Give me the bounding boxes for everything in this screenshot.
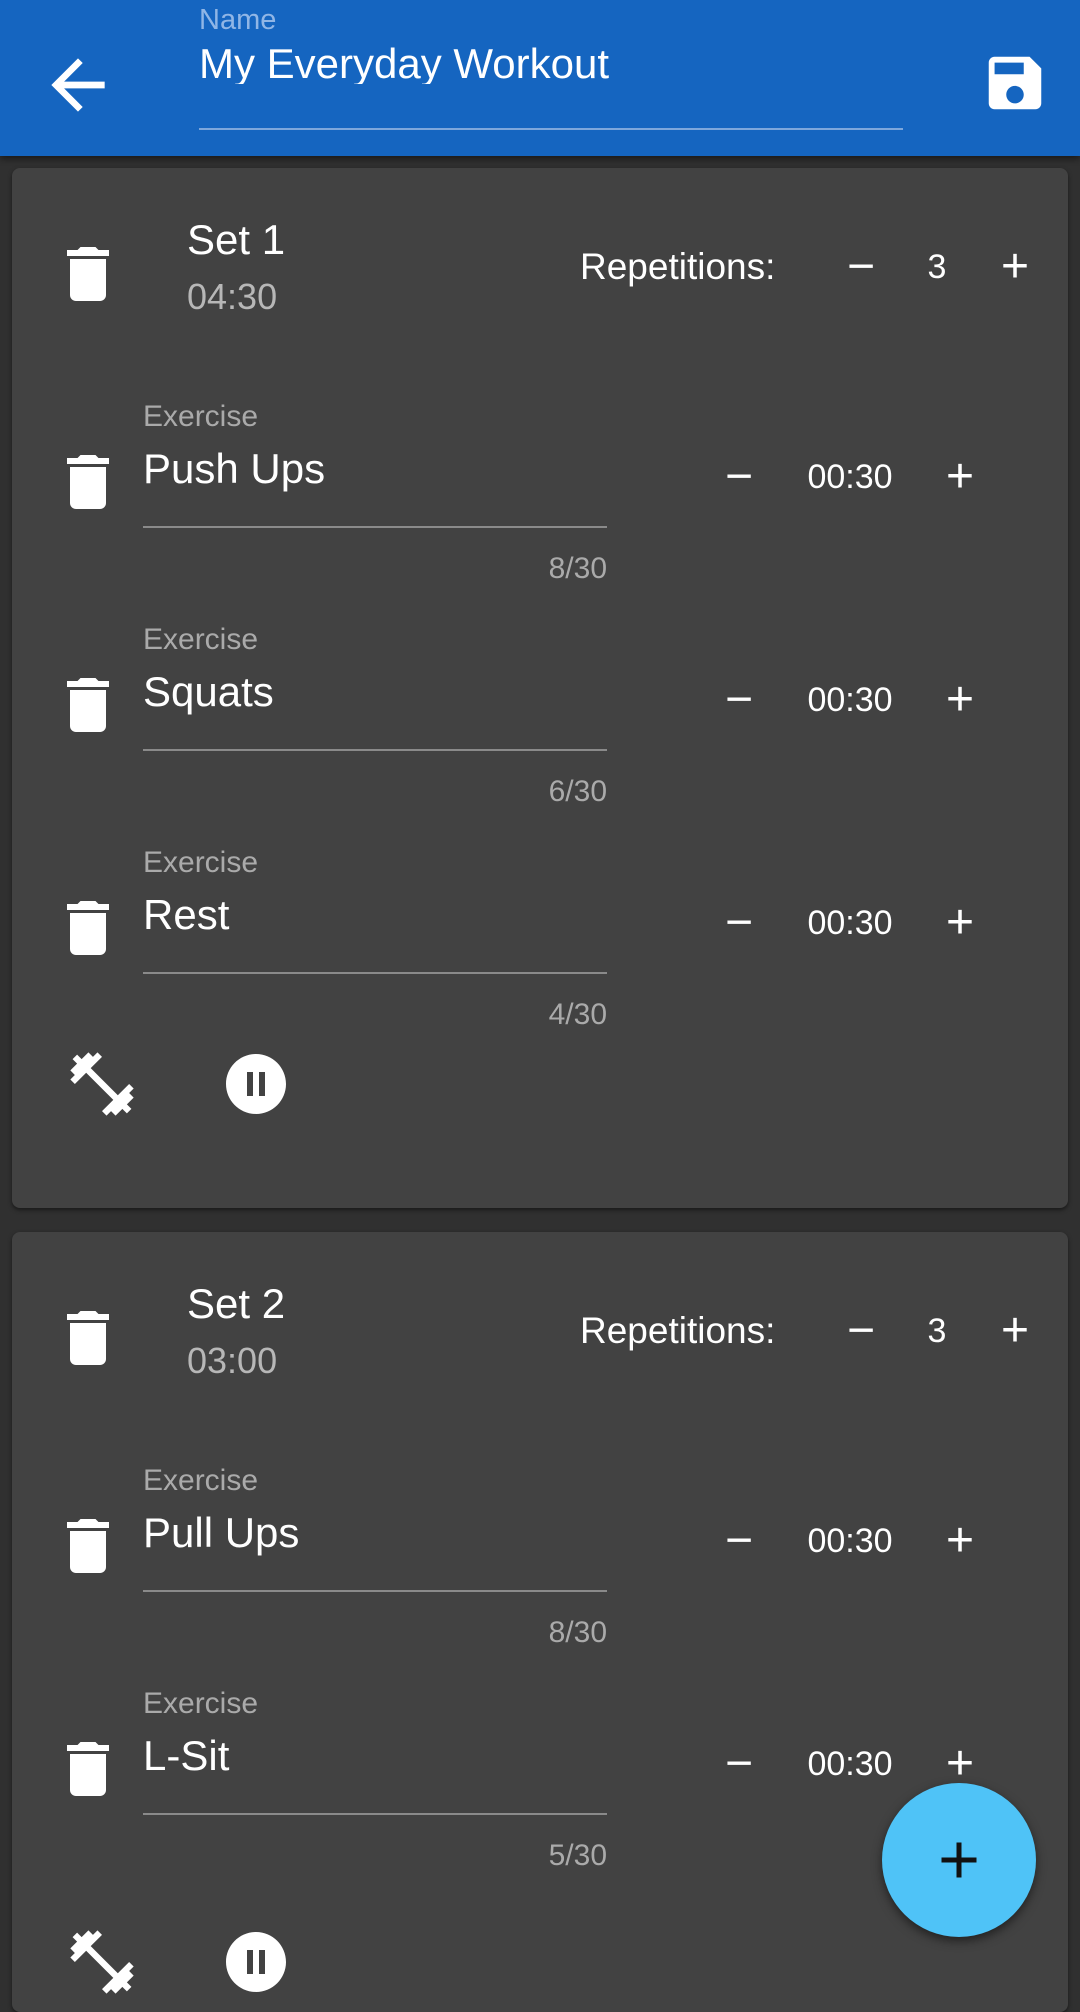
exercise-name-input[interactable] bbox=[143, 890, 613, 940]
repetitions-decrease-button[interactable]: − bbox=[836, 242, 886, 292]
exercise-field-label: Exercise bbox=[143, 846, 259, 879]
name-field-label: Name bbox=[199, 4, 277, 36]
repetitions-label: Repetitions: bbox=[580, 246, 776, 287]
repetitions-increase-button[interactable]: + bbox=[990, 1306, 1040, 1356]
exercise-time-increase-button[interactable]: + bbox=[935, 1739, 985, 1789]
exercise-name-input[interactable] bbox=[143, 1731, 613, 1781]
trash-icon bbox=[67, 678, 109, 732]
repetitions-label: Repetitions: bbox=[580, 1310, 776, 1351]
exercise-field-underline bbox=[143, 972, 607, 974]
exercise-time-value: 00:30 bbox=[807, 1522, 893, 1560]
arrow-left-icon bbox=[51, 58, 105, 112]
character-counter: 4/30 bbox=[548, 998, 607, 1031]
add-exercise-button[interactable] bbox=[64, 1046, 140, 1127]
dumbbell-icon bbox=[70, 1930, 134, 1994]
exercise-time-decrease-button[interactable]: − bbox=[714, 1739, 764, 1789]
character-counter: 5/30 bbox=[548, 1839, 607, 1872]
exercise-time-value: 00:30 bbox=[807, 904, 893, 942]
pause-circle-icon bbox=[226, 1054, 286, 1114]
set-title: Set 2 bbox=[187, 1280, 286, 1327]
exercise-field-underline bbox=[143, 749, 607, 751]
character-counter: 8/30 bbox=[548, 552, 607, 585]
trash-icon bbox=[67, 455, 109, 509]
add-rest-button[interactable] bbox=[220, 1048, 292, 1125]
delete-set-button[interactable] bbox=[52, 238, 124, 315]
exercise-field-underline bbox=[143, 1813, 607, 1815]
exercise-field-label: Exercise bbox=[143, 623, 259, 656]
delete-exercise-button[interactable] bbox=[52, 1510, 124, 1587]
exercise-time-decrease-button[interactable]: − bbox=[714, 1516, 764, 1566]
app-bar: Name bbox=[0, 0, 1080, 156]
exercise-time-value: 00:30 bbox=[807, 458, 893, 496]
exercise-name-input[interactable] bbox=[143, 667, 613, 717]
exercise-field-underline bbox=[143, 1590, 607, 1592]
delete-exercise-button[interactable] bbox=[52, 669, 124, 746]
trash-icon bbox=[67, 901, 109, 955]
exercise-name-input[interactable] bbox=[143, 444, 613, 494]
exercise-time-increase-button[interactable]: + bbox=[935, 675, 985, 725]
exercise-field-label: Exercise bbox=[143, 1687, 259, 1720]
exercise-time-value: 00:30 bbox=[807, 681, 893, 719]
workout-name-input[interactable] bbox=[199, 44, 903, 84]
exercise-field-underline bbox=[143, 526, 607, 528]
exercise-time-increase-button[interactable]: + bbox=[935, 898, 985, 948]
name-field-underline bbox=[199, 128, 903, 130]
exercise-time-increase-button[interactable]: + bbox=[935, 1516, 985, 1566]
dumbbell-icon bbox=[70, 1052, 134, 1116]
trash-icon bbox=[67, 247, 109, 301]
repetitions-value: 3 bbox=[927, 248, 947, 286]
save-button[interactable] bbox=[980, 48, 1050, 118]
exercise-time-increase-button[interactable]: + bbox=[935, 452, 985, 502]
repetitions-value: 3 bbox=[927, 1312, 947, 1350]
trash-icon bbox=[67, 1519, 109, 1573]
delete-exercise-button[interactable] bbox=[52, 1733, 124, 1810]
repetitions-increase-button[interactable]: + bbox=[990, 242, 1040, 292]
trash-icon bbox=[67, 1742, 109, 1796]
set-card: Set 1 04:30 Repetitions: − 3 + Exercise … bbox=[12, 168, 1068, 1208]
exercise-field-label: Exercise bbox=[143, 1464, 259, 1497]
set-title: Set 1 bbox=[187, 216, 286, 263]
exercise-name-input[interactable] bbox=[143, 1508, 613, 1558]
add-set-fab[interactable] bbox=[882, 1783, 1036, 1937]
back-button[interactable] bbox=[38, 45, 118, 125]
character-counter: 8/30 bbox=[548, 1616, 607, 1649]
floppy-disk-icon bbox=[988, 56, 1042, 110]
set-duration: 04:30 bbox=[187, 276, 278, 317]
delete-exercise-button[interactable] bbox=[52, 446, 124, 523]
set-duration: 03:00 bbox=[187, 1340, 278, 1381]
repetitions-decrease-button[interactable]: − bbox=[836, 1306, 886, 1356]
exercise-time-decrease-button[interactable]: − bbox=[714, 898, 764, 948]
exercise-field-label: Exercise bbox=[143, 400, 259, 433]
exercise-time-decrease-button[interactable]: − bbox=[714, 452, 764, 502]
plus-icon bbox=[941, 1842, 977, 1878]
exercise-time-value: 00:30 bbox=[807, 1745, 893, 1783]
add-exercise-button[interactable] bbox=[64, 1924, 140, 2005]
pause-circle-icon bbox=[226, 1932, 286, 1992]
delete-exercise-button[interactable] bbox=[52, 892, 124, 969]
exercise-time-decrease-button[interactable]: − bbox=[714, 675, 764, 725]
add-rest-button[interactable] bbox=[220, 1926, 292, 2003]
character-counter: 6/30 bbox=[548, 775, 607, 808]
trash-icon bbox=[67, 1311, 109, 1365]
delete-set-button[interactable] bbox=[52, 1302, 124, 1379]
